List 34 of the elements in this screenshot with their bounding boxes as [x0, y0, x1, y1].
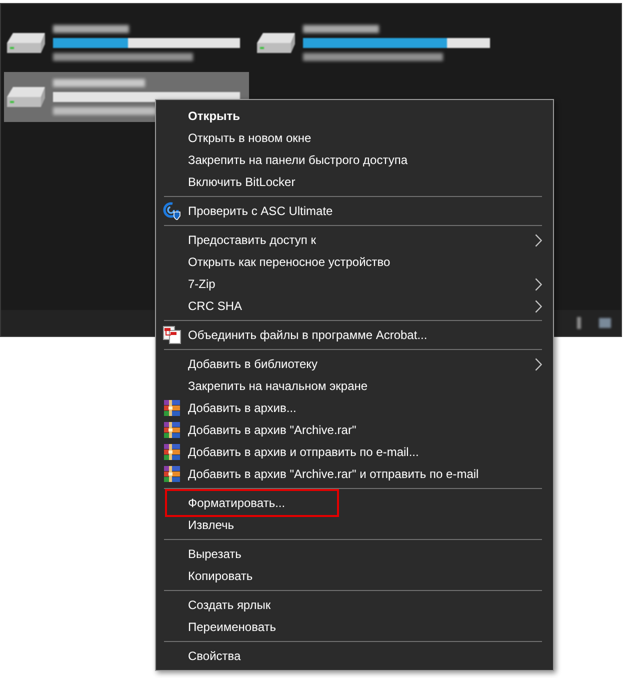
menu-item[interactable]: Предоставить доступ к: [156, 229, 553, 251]
menu-item[interactable]: Открыть: [156, 105, 553, 127]
books-icon: [164, 422, 180, 438]
menu-item[interactable]: Переименовать: [156, 616, 553, 638]
blurred-view-icon: [599, 318, 611, 328]
menu-item[interactable]: Открыть как переносное устройство: [156, 251, 553, 273]
menu-item[interactable]: Добавить в архив...: [156, 397, 553, 419]
drive-icon: [5, 31, 47, 55]
menu-item[interactable]: Добавить в архив "Archive.rar" и отправить по e-mail: [156, 463, 553, 485]
menu-item[interactable]: CRC SHA: [156, 295, 553, 317]
menu-item[interactable]: Добавить в архив и отправить по e-mail...: [156, 441, 553, 463]
books-icon: [164, 400, 180, 416]
menu-item[interactable]: Закрепить на панели быстрого доступа: [156, 149, 553, 171]
menu-item[interactable]: Объединить файлы в программе Acrobat...: [156, 324, 553, 346]
blurred-view-icon: [577, 317, 581, 329]
swirl-badge-icon: [163, 202, 181, 220]
menu-item[interactable]: Включить BitLocker: [156, 171, 553, 193]
menu-item[interactable]: Копировать: [156, 565, 553, 587]
menu-item[interactable]: Проверить с ASC Ultimate: [156, 200, 553, 222]
drive-icon: [255, 31, 297, 55]
menu-item[interactable]: Добавить в библиотеку: [156, 353, 553, 375]
books-icon: [164, 444, 180, 460]
menu-item[interactable]: Вырезать: [156, 543, 553, 565]
documents-icon: [163, 326, 181, 344]
menu-item[interactable]: Открыть в новом окне: [156, 127, 553, 149]
menu-item[interactable]: Извлечь: [156, 514, 553, 536]
menu-item[interactable]: Создать ярлык: [156, 594, 553, 616]
drive-icon: [5, 85, 47, 109]
menu-item[interactable]: Форматировать...: [156, 492, 553, 514]
menu-item[interactable]: 7-Zip: [156, 273, 553, 295]
menu-item[interactable]: Добавить в архив "Archive.rar": [156, 419, 553, 441]
books-icon: [164, 466, 180, 482]
menu-item[interactable]: Закрепить на начальном экране: [156, 375, 553, 397]
menu-item[interactable]: Свойства: [156, 645, 553, 667]
